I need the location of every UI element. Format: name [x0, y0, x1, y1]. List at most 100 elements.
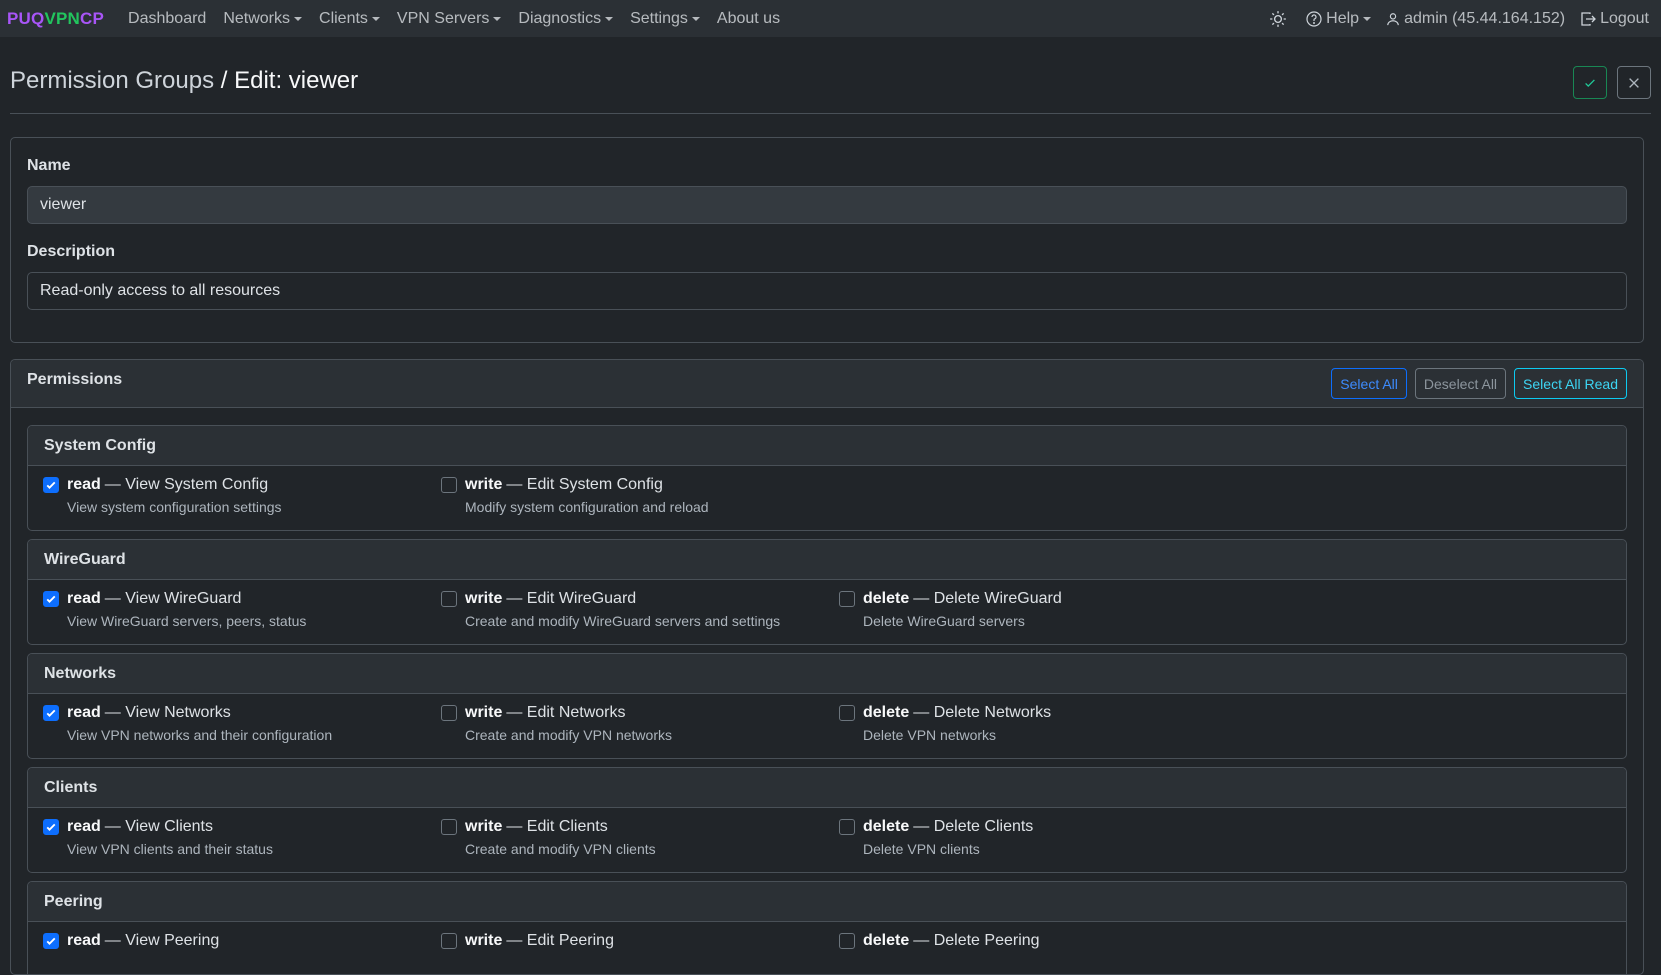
- chevron-down-icon: [1363, 16, 1372, 21]
- permission-description: View VPN networks and their configuratio…: [67, 727, 333, 743]
- chevron-down-icon: [294, 16, 303, 21]
- nav-settings[interactable]: Settings: [630, 10, 700, 28]
- permission-checkbox[interactable]: [43, 477, 59, 493]
- permission-checkbox-label[interactable]: write — Edit Clients: [441, 818, 656, 836]
- check-icon: [1585, 78, 1595, 87]
- name-input[interactable]: viewer: [27, 186, 1627, 224]
- cancel-button[interactable]: [1617, 66, 1651, 99]
- permission-checkbox-label[interactable]: delete — Delete Peering: [839, 932, 1040, 950]
- permission-checkbox[interactable]: [43, 705, 59, 721]
- permission-checkbox[interactable]: [839, 591, 855, 607]
- permission-key: read: [67, 476, 101, 493]
- permission-checkbox-label[interactable]: delete — Delete Clients: [839, 818, 1033, 836]
- theme-toggle[interactable]: [1269, 10, 1291, 28]
- check-icon: [46, 481, 56, 489]
- permission-read: read — View Networks View VPN networks and…: [43, 704, 332, 743]
- permission-checkbox-label[interactable]: read — View WireGuard: [43, 590, 306, 608]
- permission-write: write — Edit System Config Modify system c…: [441, 476, 709, 515]
- permission-checkbox[interactable]: [839, 933, 855, 949]
- permission-checkbox[interactable]: [441, 819, 457, 835]
- nav-diagnostics[interactable]: Diagnostics: [518, 10, 614, 28]
- breadcrumb-permission-groups[interactable]: Permission Groups: [10, 67, 214, 94]
- permission-checkbox[interactable]: [441, 591, 457, 607]
- page-title: Permission Groups / Edit: viewer: [10, 67, 358, 95]
- permission-label: Edit Clients: [526, 818, 608, 835]
- select-all-button[interactable]: Select All: [1331, 368, 1407, 399]
- permission-checkbox[interactable]: [839, 819, 855, 835]
- nav-about[interactable]: About us: [717, 10, 780, 28]
- permission-description: Create and modify VPN networks: [465, 727, 672, 743]
- save-button[interactable]: [1573, 66, 1607, 99]
- description-input[interactable]: Read-only access to all resources: [27, 272, 1627, 310]
- permission-delete: delete — Delete Networks Delete VPN networ…: [839, 704, 1051, 743]
- nav-clients[interactable]: Clients: [319, 10, 380, 28]
- permission-checkbox-label[interactable]: read — View Networks: [43, 704, 332, 722]
- permission-write: write — Edit Clients Create and modify VPN…: [441, 818, 656, 857]
- em-dash: —: [506, 818, 527, 835]
- nav-vpn-servers[interactable]: VPN Servers: [397, 10, 502, 28]
- permission-checkbox-label[interactable]: write — Edit Peering: [441, 932, 614, 950]
- permission-checkbox-label[interactable]: read — View System Config: [43, 476, 282, 494]
- permission-description: View system configuration settings: [67, 499, 282, 515]
- permissions-title: Permissions: [27, 371, 123, 388]
- permission-key: read: [67, 590, 101, 607]
- permission-key: delete: [863, 590, 910, 607]
- nav-networks[interactable]: Networks: [223, 10, 303, 28]
- permission-checkbox-label[interactable]: delete — Delete WireGuard: [839, 590, 1062, 608]
- permission-checkbox-label[interactable]: write — Edit WireGuard: [441, 590, 780, 608]
- permission-group: Clients read — View Clients View VPN client…: [27, 767, 1627, 873]
- permission-checkbox[interactable]: [441, 477, 457, 493]
- chevron-down-icon: [691, 16, 700, 21]
- permission-checkbox[interactable]: [441, 705, 457, 721]
- permission-checkbox[interactable]: [839, 705, 855, 721]
- permission-write: write — Edit WireGuard Create and modify W…: [441, 590, 780, 629]
- permission-group-title: Networks: [28, 654, 1626, 694]
- permission-checkbox[interactable]: [43, 933, 59, 949]
- em-dash: —: [104, 818, 126, 835]
- group-details-card: Name viewer Description Read-only access…: [10, 137, 1644, 343]
- permission-label: View WireGuard: [125, 590, 242, 607]
- permission-group: Peering read — View Peering write — Edit Pee…: [27, 881, 1627, 974]
- permission-checkbox[interactable]: [43, 591, 59, 607]
- em-dash: —: [506, 590, 527, 607]
- permission-description: Create and modify VPN clients: [465, 841, 656, 857]
- deselect-all-button[interactable]: Deselect All: [1414, 368, 1507, 399]
- permission-read: read — View WireGuard View WireGuard serve…: [43, 590, 306, 629]
- permission-checkbox-label[interactable]: delete — Delete Networks: [839, 704, 1051, 722]
- permission-checkbox-label[interactable]: read — View Clients: [43, 818, 273, 836]
- em-dash: —: [913, 932, 934, 949]
- nav-logout[interactable]: Logout: [1580, 10, 1649, 28]
- permission-checkbox-label[interactable]: read — View Peering: [43, 932, 219, 950]
- em-dash: —: [506, 932, 527, 949]
- permission-label: Delete Networks: [933, 704, 1052, 721]
- permission-label: Edit Peering: [526, 932, 614, 949]
- permission-label: View Clients: [125, 818, 213, 835]
- select-all-read-button[interactable]: Select All Read: [1514, 368, 1627, 399]
- breadcrumb-separator: /: [220, 67, 228, 94]
- permission-key: delete: [863, 704, 910, 721]
- permissions-header: Permissions Select All Deselect All Sele…: [11, 360, 1643, 408]
- permission-write: write — Edit Networks Create and modify VP…: [441, 704, 672, 743]
- permission-read: read — View Clients View VPN clients and t…: [43, 818, 273, 857]
- permission-group-title: WireGuard: [28, 540, 1626, 580]
- brand-logo[interactable]: PUQVPNCP: [7, 9, 104, 29]
- permission-label: Delete Peering: [933, 932, 1040, 949]
- permission-description: View WireGuard servers, peers, status: [67, 613, 307, 629]
- nav-dashboard[interactable]: Dashboard: [128, 10, 206, 28]
- permission-description: Delete WireGuard servers: [863, 613, 1025, 629]
- chevron-down-icon: [371, 16, 380, 21]
- permission-checkbox-label[interactable]: write — Edit Networks: [441, 704, 672, 722]
- em-dash: —: [913, 590, 934, 607]
- permission-description: View VPN clients and their status: [67, 841, 273, 857]
- permission-label: View Peering: [125, 932, 220, 949]
- permission-group: System Config read — View System Config Vie…: [27, 425, 1627, 531]
- permission-checkbox[interactable]: [441, 933, 457, 949]
- nav-help[interactable]: Help: [1306, 10, 1372, 28]
- nav-user[interactable]: admin (45.44.164.152): [1386, 10, 1565, 28]
- permission-checkbox[interactable]: [43, 819, 59, 835]
- em-dash: —: [104, 476, 126, 493]
- permission-key: read: [67, 932, 101, 949]
- chevron-down-icon: [605, 16, 614, 21]
- permission-checkbox-label[interactable]: write — Edit System Config: [441, 476, 709, 494]
- permission-key: write: [465, 476, 503, 493]
